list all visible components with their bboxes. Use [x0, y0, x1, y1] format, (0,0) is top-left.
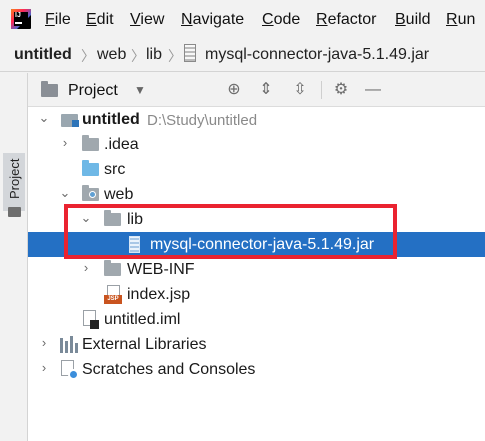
folder-icon	[8, 207, 21, 217]
source-folder-icon	[82, 160, 99, 176]
tree-label: web	[104, 186, 134, 203]
locate-icon[interactable]: ⊕	[224, 80, 244, 100]
tree-row-web-inf[interactable]: › WEB-INF	[28, 257, 485, 282]
chevron-right-icon[interactable]: ›	[79, 260, 93, 276]
folder-icon	[104, 260, 121, 276]
iml-file-icon	[83, 310, 99, 329]
expand-all-icon[interactable]: ⇕	[256, 80, 276, 100]
folder-icon	[82, 135, 99, 151]
chevron-right-icon: 〉	[81, 48, 95, 64]
chevron-down-icon[interactable]: ⌄	[58, 185, 72, 201]
breadcrumb-item-jar[interactable]: mysql-connector-java-5.1.49.jar	[205, 45, 429, 65]
chevron-down-icon[interactable]: ⌄	[37, 110, 51, 126]
chevron-right-icon[interactable]: ›	[37, 335, 51, 351]
tree-row-scratches[interactable]: › Scratches and Consoles	[28, 357, 485, 382]
tree-label: .idea	[104, 136, 139, 153]
tool-window-tab-label: Project	[7, 158, 22, 199]
project-folder-icon	[41, 81, 58, 97]
tree-row-web[interactable]: ⌄ web	[28, 182, 485, 207]
chevron-right-icon[interactable]: ›	[58, 135, 72, 151]
project-panel: Project ▼ ⊕ ⇕ ⇳ ⚙ — ⌄ untitled D:\Study\…	[28, 73, 485, 441]
breadcrumb-item-lib[interactable]: lib	[146, 45, 162, 65]
menu-view[interactable]: View	[130, 10, 164, 30]
module-folder-icon	[61, 112, 79, 127]
tree-label: Scratches and Consoles	[82, 361, 256, 378]
tree-label: src	[104, 161, 126, 178]
tree-label: External Libraries	[82, 336, 207, 353]
tree-path: D:\Study\untitled	[147, 112, 258, 129]
tree-row-lib[interactable]: ⌄ lib	[28, 207, 485, 232]
tree-label: WEB-INF	[127, 261, 195, 278]
chevron-down-icon[interactable]: ⌄	[79, 210, 93, 226]
menu-edit[interactable]: Edit	[86, 10, 114, 30]
chevron-right-icon[interactable]: ›	[37, 360, 51, 376]
menu-code[interactable]: Code	[262, 10, 300, 30]
tree-label: untitled	[82, 111, 140, 128]
menu-file[interactable]: File	[45, 10, 71, 30]
menu-refactor[interactable]: Refactor	[316, 10, 376, 30]
menu-navigate[interactable]: Navigate	[181, 10, 244, 30]
chevron-down-icon[interactable]: ▼	[134, 83, 146, 97]
chevron-right-icon: 〉	[131, 48, 145, 64]
library-icon	[60, 336, 78, 353]
collapse-all-icon[interactable]: ⇳	[290, 80, 310, 100]
tree-label: lib	[127, 211, 144, 228]
tree-row-iml[interactable]: untitled.iml	[28, 307, 485, 332]
minimize-icon[interactable]: —	[363, 80, 383, 100]
menu-build[interactable]: Build	[395, 10, 431, 30]
tree-label: untitled.iml	[104, 311, 181, 328]
gear-icon[interactable]: ⚙	[331, 80, 351, 100]
tree-label: mysql-connector-java-5.1.49.jar	[150, 236, 375, 253]
breadcrumb-item-untitled[interactable]: untitled	[14, 45, 72, 65]
project-panel-header: Project ▼ ⊕ ⇕ ⇳ ⚙ —	[28, 73, 485, 107]
tree-row-untitled[interactable]: ⌄ untitled D:\Study\untitled	[28, 107, 485, 132]
scratches-icon	[61, 360, 79, 380]
menu-bar: IJ File Edit View Navigate Code Refactor…	[0, 0, 485, 38]
jar-file-icon	[129, 236, 140, 253]
tree-row-external-libraries[interactable]: › External Libraries	[28, 332, 485, 357]
jsp-file-icon: JSP	[104, 285, 122, 304]
left-tool-strip: Project	[0, 73, 28, 441]
menu-run[interactable]: Run	[446, 10, 475, 30]
tree-row-src[interactable]: src	[28, 157, 485, 182]
jar-file-icon	[184, 44, 196, 62]
tree-row-idea[interactable]: › .idea	[28, 132, 485, 157]
panel-title[interactable]: Project	[68, 81, 118, 101]
tree-label: index.jsp	[127, 286, 191, 303]
tree-row-index-jsp[interactable]: JSP index.jsp	[28, 282, 485, 307]
toolbar-divider	[321, 81, 322, 99]
tree-row-jar[interactable]: mysql-connector-java-5.1.49.jar	[28, 232, 485, 257]
chevron-right-icon: 〉	[168, 48, 182, 64]
folder-icon	[104, 210, 121, 226]
intellij-logo-icon: IJ	[11, 9, 31, 29]
breadcrumb-item-web[interactable]: web	[97, 45, 126, 65]
web-folder-icon	[82, 185, 99, 201]
